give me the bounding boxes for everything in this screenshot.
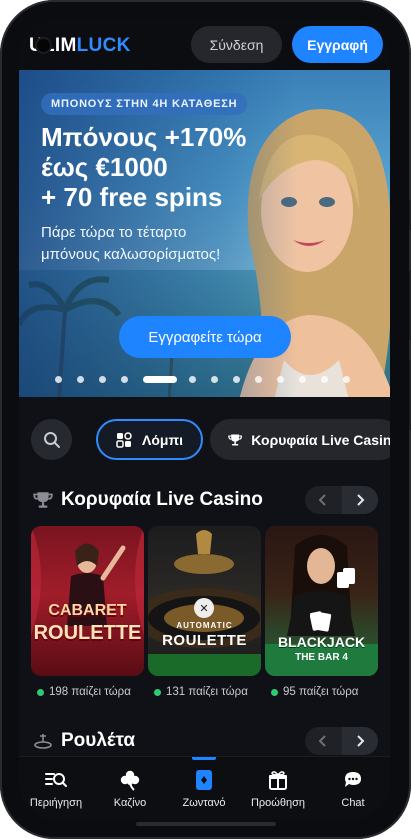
app-header: ULIMLUCK Σύνδεση Εγγραφή [19, 19, 390, 70]
phone-frame: ULIMLUCK Σύνδεση Εγγραφή [0, 0, 411, 839]
game-title-line: ROULETTE [33, 622, 142, 644]
game-title-line: THE BAR 4 [295, 652, 348, 663]
player-count: 198 παίζει τώρα [37, 686, 131, 698]
roulette-icon [33, 731, 53, 751]
game-title-line: AUTOMATIC [176, 621, 233, 630]
chevron-left-icon [318, 494, 326, 506]
carousel-dot[interactable] [189, 376, 196, 383]
carousel-next-button[interactable] [342, 727, 378, 755]
logo-text-blue: LUCK [76, 35, 131, 56]
tab-casino[interactable]: Καζίνο [93, 757, 167, 820]
search-button[interactable] [31, 419, 72, 460]
carousel-prev-button[interactable] [305, 727, 341, 755]
headline-line: έως €1000 [41, 152, 168, 182]
active-tab-indicator [192, 757, 216, 760]
carousel-dot[interactable] [277, 376, 284, 383]
live-casino-carousel-nav [305, 486, 378, 514]
bonus-badge: ΜΠΟΝΟΥΣ ΣΤΗΝ 4Η ΚΑΤΑΘΕΣΗ [41, 93, 248, 115]
tab-label: Καζίνο [113, 797, 147, 809]
player-count-text: 131 παίζει τώρα [166, 686, 248, 698]
login-button[interactable]: Σύνδεση [191, 26, 282, 63]
online-dot [271, 688, 278, 696]
carousel-dot[interactable] [121, 376, 128, 383]
section-title-live-casino: Κορυφαία Live Casino [33, 487, 263, 513]
tab-browse[interactable]: Περιήγηση [19, 757, 93, 820]
tab-label: Περιήγηση [29, 797, 83, 809]
carousel-dot[interactable] [99, 376, 106, 383]
player-count-text: 95 παίζει τώρα [283, 686, 359, 698]
tab-chat[interactable]: Chat [316, 757, 390, 820]
carousel-pagination [55, 376, 355, 384]
section-title-text: Ρουλέτα [61, 730, 136, 751]
tab-label: Chat [341, 797, 365, 809]
headline-line: + 70 free spins [41, 182, 223, 212]
player-count: 95 παίζει τώρα [271, 686, 358, 698]
online-dot [37, 688, 44, 696]
carousel-dot[interactable] [211, 376, 218, 383]
game-title-line: ROULETTE [162, 632, 247, 649]
carousel-next-button[interactable] [342, 486, 378, 514]
chevron-right-icon [357, 494, 365, 506]
section-title-roulette: Ρουλέτα [33, 728, 135, 754]
trophy-icon [33, 490, 53, 510]
trophy-icon [228, 433, 243, 446]
card-suit-icon [309, 610, 332, 634]
chevron-left-icon [318, 735, 326, 747]
clover-icon [120, 770, 140, 791]
promo-banner[interactable]: ΜΠΟΝΟΥΣ ΣΤΗΝ 4Η ΚΑΤΑΘΕΣΗ Μπόνους +170% έ… [19, 70, 390, 397]
banner-subtitle: Πάρε τώρα το τέταρτο μπόνους καλωσορίσμα… [41, 224, 221, 263]
live-cards-icon [196, 770, 212, 790]
chip-top-live-casino[interactable]: Κορυφαία Live Casino [210, 419, 390, 460]
carousel-dot[interactable] [343, 376, 350, 383]
home-indicator [136, 822, 276, 826]
autoroulette-logo-icon: ✕ [194, 598, 214, 618]
banner-headline: Μπόνους +170% έως €1000 + 70 free spins [41, 122, 246, 212]
tab-label: Ζωντανό [182, 797, 226, 809]
chip-label: Κορυφαία Live Casino [251, 431, 390, 448]
search-icon [43, 431, 60, 448]
carousel-dot[interactable] [255, 376, 262, 383]
carousel-dot[interactable] [77, 376, 84, 383]
chevron-right-icon [357, 735, 365, 747]
signup-now-button[interactable]: Εγγραφείτε τώρα [119, 316, 291, 358]
carousel-dot-active[interactable] [143, 376, 177, 383]
chip-lobby[interactable]: Λόμπι [96, 419, 203, 460]
section-title-text: Κορυφαία Live Casino [61, 489, 263, 510]
player-count-text: 198 παίζει τώρα [49, 686, 131, 698]
roulette-carousel-nav [305, 727, 378, 755]
bottom-navigation: Περιήγηση Καζίνο Ζωντανό Προώθηση Chat [19, 756, 390, 820]
chip-label: Λόμπι [142, 431, 184, 448]
game-title-line: CABARET [48, 602, 127, 619]
game-card-cabaret-roulette[interactable]: CABARET ROULETTE [31, 526, 144, 676]
lobby-icon [116, 431, 132, 448]
screen: ULIMLUCK Σύνδεση Εγγραφή [19, 19, 390, 820]
game-title-line: BLACKJACK [277, 634, 366, 650]
front-camera [37, 39, 50, 52]
online-dot [154, 688, 161, 696]
game-card-blackjack-the-bar-4[interactable]: BLACKJACK THE BAR 4 [265, 526, 378, 676]
register-button[interactable]: Εγγραφή [292, 26, 383, 63]
carousel-dot[interactable] [299, 376, 306, 383]
headline-line: Μπόνους +170% [41, 122, 247, 152]
carousel-dot[interactable] [233, 376, 240, 383]
tab-label: Προώθηση [250, 797, 306, 809]
player-count: 131 παίζει τώρα [154, 686, 248, 698]
carousel-prev-button[interactable] [305, 486, 341, 514]
carousel-dot[interactable] [321, 376, 328, 383]
chat-icon [345, 772, 361, 787]
browse-icon [45, 773, 67, 787]
category-chips: Λόμπι Κορυφαία Live Casino [19, 416, 390, 462]
tab-promotions[interactable]: Προώθηση [241, 757, 315, 820]
game-card-automatic-roulette[interactable]: ✕ AUTOMATIC ROULETTE [148, 526, 261, 676]
tab-live[interactable]: Ζωντανό [167, 757, 241, 820]
carousel-dot[interactable] [55, 376, 62, 383]
gift-icon [269, 771, 287, 790]
game-thumbnail [31, 526, 144, 636]
